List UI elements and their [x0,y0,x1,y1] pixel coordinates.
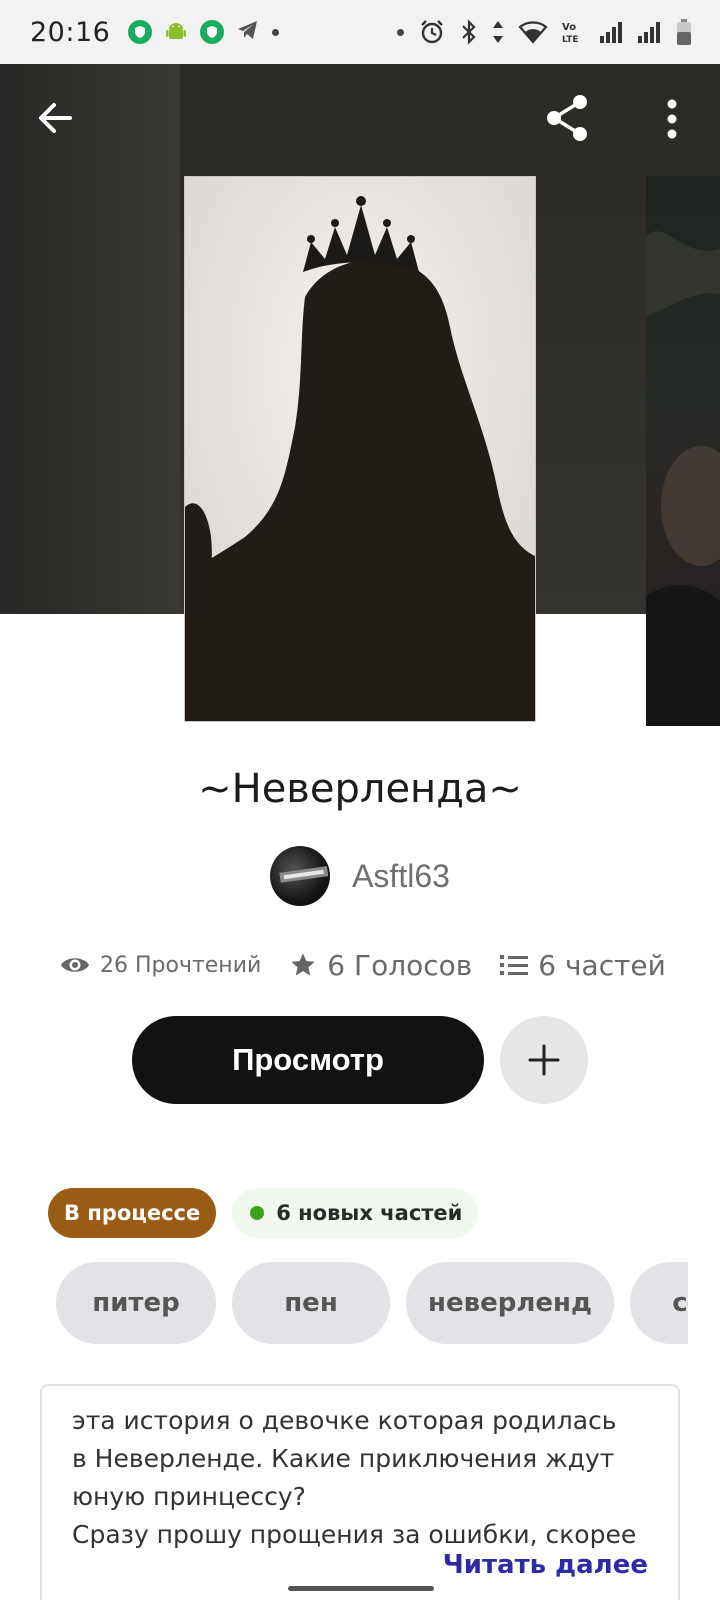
status-time: 20:16 [30,16,111,48]
story-stats: 26 Прочтений 6 Голосов 6 частей [60,940,680,990]
story-cover-image[interactable] [184,176,536,722]
parts-count[interactable]: 6 частей [538,949,666,982]
plus-icon [528,1044,560,1076]
shield-green-icon [128,20,153,44]
more-vertical-icon [667,99,677,139]
shield-green-icon [200,20,225,44]
reads-count: 26 Прочтений [100,952,262,978]
tag-chip[interactable]: пен [232,1262,390,1344]
arrow-left-icon [39,103,72,133]
new-parts-badge: 6 новых частей [232,1188,479,1238]
status-badges: В процессе 6 новых частей [48,1188,479,1238]
signal-icon [600,21,624,43]
share-icon [547,95,587,141]
system-icons: Vo LTE [397,0,692,64]
status-bar: 20:16 Vo LTE [0,0,720,64]
alarm-icon [418,18,446,46]
add-to-library-button[interactable] [500,1016,588,1104]
list-icon [500,955,529,975]
parts-stat[interactable]: 6 частей [500,949,666,982]
tag-chip[interactable]: с [630,1262,688,1344]
dot-icon [272,28,280,36]
top-action-bar [0,64,720,174]
reads-stat: 26 Прочтений [60,953,261,978]
author-avatar[interactable] [270,846,331,906]
notification-icons [128,18,280,46]
wifi-icon [518,20,548,44]
next-story-cover-image[interactable] [646,176,720,726]
volte-icon: Vo LTE [562,19,586,45]
author-row[interactable]: Asftl63 [0,846,720,906]
tag-list: питер пен неверленд с [56,1262,688,1344]
eye-icon [61,958,89,972]
share-button[interactable] [542,92,594,144]
author-name[interactable]: Asftl63 [352,858,450,895]
story-description: эта история о девочке которая родилась в… [72,1406,637,1549]
signal-icon [638,21,662,43]
svg-text:LTE: LTE [562,35,579,45]
new-parts-label: 6 новых частей [276,1201,463,1225]
dot-icon [397,28,404,36]
home-indicator[interactable] [288,1586,434,1591]
votes-count: 6 Голосов [327,948,473,982]
story-title: ~Неверленда~ [198,766,522,812]
data-arrows-icon [492,19,504,45]
tag-chip[interactable]: неверленд [406,1262,614,1344]
telegram-icon [236,18,260,46]
description-card: эта история о девочке которая родилась в… [40,1384,680,1600]
star-icon [291,953,315,976]
in-progress-badge: В процессе [48,1188,217,1238]
android-icon [164,20,188,44]
bluetooth-icon [460,18,478,46]
svg-text:Vo: Vo [562,22,576,33]
battery-icon [676,18,692,46]
back-button[interactable] [32,94,80,142]
read-more-link[interactable]: Читать далее [443,1550,648,1580]
green-dot-icon [250,1206,265,1220]
tag-chip[interactable]: питер [56,1262,216,1344]
read-button[interactable]: Просмотр [132,1016,484,1104]
votes-stat: 6 Голосов [289,949,472,982]
more-options-button[interactable] [652,94,692,144]
